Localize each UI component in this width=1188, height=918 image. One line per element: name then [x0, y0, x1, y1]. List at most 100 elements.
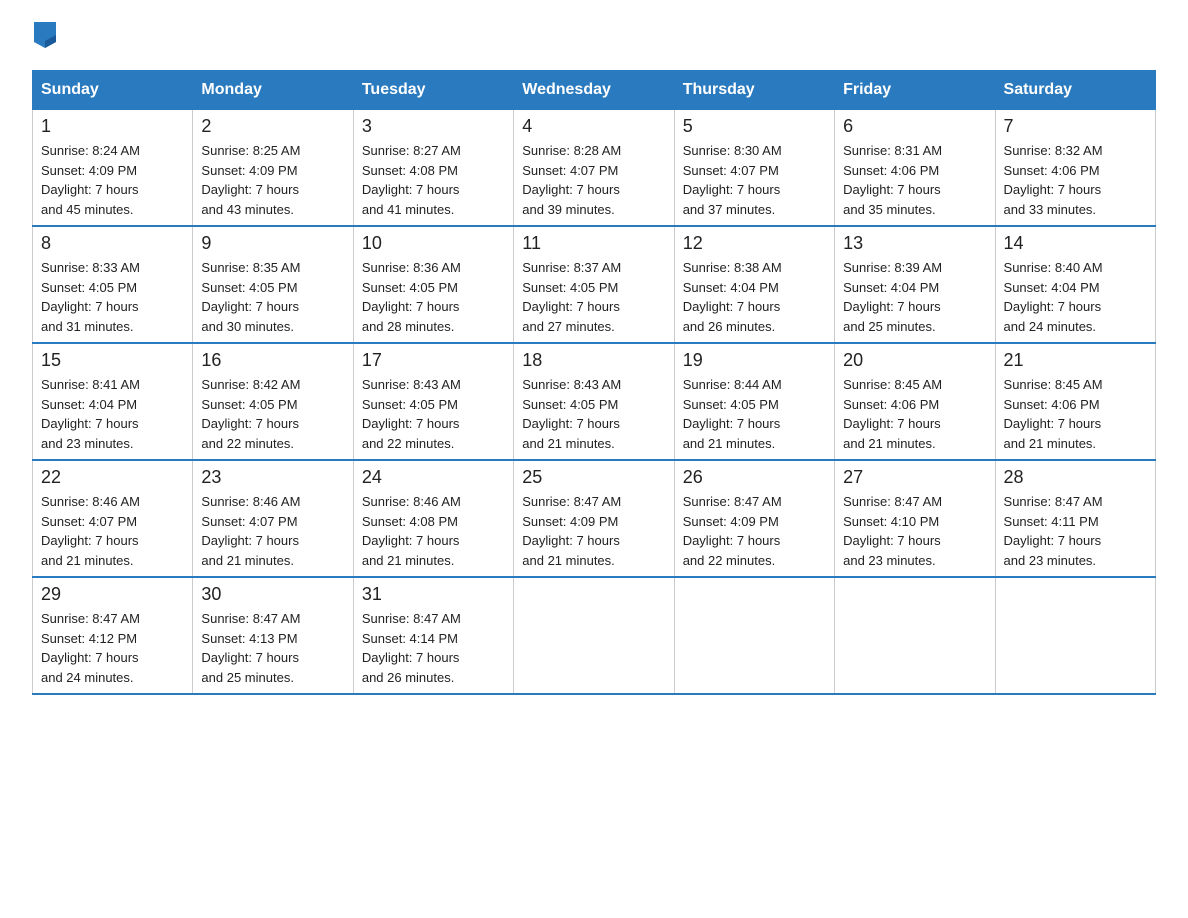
calendar-week-row: 15 Sunrise: 8:41 AMSunset: 4:04 PMDaylig…	[33, 343, 1156, 460]
day-info: Sunrise: 8:47 AMSunset: 4:13 PMDaylight:…	[201, 609, 344, 687]
day-number: 19	[683, 350, 826, 371]
day-number: 1	[41, 116, 184, 137]
day-number: 23	[201, 467, 344, 488]
calendar-day-cell: 10 Sunrise: 8:36 AMSunset: 4:05 PMDaylig…	[353, 226, 513, 343]
calendar-day-cell: 23 Sunrise: 8:46 AMSunset: 4:07 PMDaylig…	[193, 460, 353, 577]
day-info: Sunrise: 8:47 AMSunset: 4:10 PMDaylight:…	[843, 492, 986, 570]
calendar-day-cell: 30 Sunrise: 8:47 AMSunset: 4:13 PMDaylig…	[193, 577, 353, 694]
calendar-day-cell: 31 Sunrise: 8:47 AMSunset: 4:14 PMDaylig…	[353, 577, 513, 694]
day-number: 16	[201, 350, 344, 371]
day-number: 15	[41, 350, 184, 371]
day-number: 20	[843, 350, 986, 371]
day-info: Sunrise: 8:30 AMSunset: 4:07 PMDaylight:…	[683, 141, 826, 219]
day-number: 9	[201, 233, 344, 254]
calendar-day-cell	[514, 577, 674, 694]
calendar-day-cell: 13 Sunrise: 8:39 AMSunset: 4:04 PMDaylig…	[835, 226, 995, 343]
day-number: 4	[522, 116, 665, 137]
calendar-day-cell: 17 Sunrise: 8:43 AMSunset: 4:05 PMDaylig…	[353, 343, 513, 460]
day-info: Sunrise: 8:39 AMSunset: 4:04 PMDaylight:…	[843, 258, 986, 336]
day-number: 11	[522, 233, 665, 254]
day-number: 12	[683, 233, 826, 254]
day-of-week-header: Friday	[835, 71, 995, 110]
day-info: Sunrise: 8:42 AMSunset: 4:05 PMDaylight:…	[201, 375, 344, 453]
day-number: 25	[522, 467, 665, 488]
day-number: 27	[843, 467, 986, 488]
calendar-week-row: 29 Sunrise: 8:47 AMSunset: 4:12 PMDaylig…	[33, 577, 1156, 694]
day-number: 5	[683, 116, 826, 137]
day-info: Sunrise: 8:37 AMSunset: 4:05 PMDaylight:…	[522, 258, 665, 336]
calendar-day-cell	[674, 577, 834, 694]
day-info: Sunrise: 8:38 AMSunset: 4:04 PMDaylight:…	[683, 258, 826, 336]
calendar-day-cell: 29 Sunrise: 8:47 AMSunset: 4:12 PMDaylig…	[33, 577, 193, 694]
day-info: Sunrise: 8:44 AMSunset: 4:05 PMDaylight:…	[683, 375, 826, 453]
day-of-week-header: Thursday	[674, 71, 834, 110]
day-info: Sunrise: 8:33 AMSunset: 4:05 PMDaylight:…	[41, 258, 184, 336]
logo-icon	[34, 22, 56, 48]
calendar-day-cell: 25 Sunrise: 8:47 AMSunset: 4:09 PMDaylig…	[514, 460, 674, 577]
day-of-week-header: Saturday	[995, 71, 1155, 110]
calendar-day-cell: 9 Sunrise: 8:35 AMSunset: 4:05 PMDayligh…	[193, 226, 353, 343]
calendar-day-cell: 19 Sunrise: 8:44 AMSunset: 4:05 PMDaylig…	[674, 343, 834, 460]
day-info: Sunrise: 8:35 AMSunset: 4:05 PMDaylight:…	[201, 258, 344, 336]
day-info: Sunrise: 8:47 AMSunset: 4:12 PMDaylight:…	[41, 609, 184, 687]
day-info: Sunrise: 8:45 AMSunset: 4:06 PMDaylight:…	[1004, 375, 1147, 453]
day-number: 28	[1004, 467, 1147, 488]
day-info: Sunrise: 8:32 AMSunset: 4:06 PMDaylight:…	[1004, 141, 1147, 219]
day-header-row: SundayMondayTuesdayWednesdayThursdayFrid…	[33, 71, 1156, 110]
calendar-week-row: 1 Sunrise: 8:24 AMSunset: 4:09 PMDayligh…	[33, 110, 1156, 227]
calendar-day-cell	[995, 577, 1155, 694]
day-info: Sunrise: 8:47 AMSunset: 4:09 PMDaylight:…	[522, 492, 665, 570]
day-info: Sunrise: 8:47 AMSunset: 4:09 PMDaylight:…	[683, 492, 826, 570]
calendar-day-cell: 14 Sunrise: 8:40 AMSunset: 4:04 PMDaylig…	[995, 226, 1155, 343]
calendar-day-cell: 5 Sunrise: 8:30 AMSunset: 4:07 PMDayligh…	[674, 110, 834, 227]
day-number: 2	[201, 116, 344, 137]
calendar-day-cell: 4 Sunrise: 8:28 AMSunset: 4:07 PMDayligh…	[514, 110, 674, 227]
day-number: 8	[41, 233, 184, 254]
calendar-day-cell: 8 Sunrise: 8:33 AMSunset: 4:05 PMDayligh…	[33, 226, 193, 343]
calendar-day-cell: 11 Sunrise: 8:37 AMSunset: 4:05 PMDaylig…	[514, 226, 674, 343]
day-number: 22	[41, 467, 184, 488]
calendar-day-cell: 21 Sunrise: 8:45 AMSunset: 4:06 PMDaylig…	[995, 343, 1155, 460]
calendar-day-cell: 22 Sunrise: 8:46 AMSunset: 4:07 PMDaylig…	[33, 460, 193, 577]
calendar-day-cell: 6 Sunrise: 8:31 AMSunset: 4:06 PMDayligh…	[835, 110, 995, 227]
day-number: 21	[1004, 350, 1147, 371]
day-number: 14	[1004, 233, 1147, 254]
day-number: 17	[362, 350, 505, 371]
day-number: 6	[843, 116, 986, 137]
day-info: Sunrise: 8:45 AMSunset: 4:06 PMDaylight:…	[843, 375, 986, 453]
day-number: 31	[362, 584, 505, 605]
day-info: Sunrise: 8:46 AMSunset: 4:07 PMDaylight:…	[201, 492, 344, 570]
page-header	[32, 24, 1156, 50]
day-info: Sunrise: 8:28 AMSunset: 4:07 PMDaylight:…	[522, 141, 665, 219]
day-of-week-header: Wednesday	[514, 71, 674, 110]
calendar-day-cell: 7 Sunrise: 8:32 AMSunset: 4:06 PMDayligh…	[995, 110, 1155, 227]
day-number: 24	[362, 467, 505, 488]
day-info: Sunrise: 8:36 AMSunset: 4:05 PMDaylight:…	[362, 258, 505, 336]
calendar-day-cell: 3 Sunrise: 8:27 AMSunset: 4:08 PMDayligh…	[353, 110, 513, 227]
day-number: 29	[41, 584, 184, 605]
day-info: Sunrise: 8:47 AMSunset: 4:11 PMDaylight:…	[1004, 492, 1147, 570]
calendar-day-cell: 15 Sunrise: 8:41 AMSunset: 4:04 PMDaylig…	[33, 343, 193, 460]
day-of-week-header: Monday	[193, 71, 353, 110]
day-info: Sunrise: 8:25 AMSunset: 4:09 PMDaylight:…	[201, 141, 344, 219]
calendar-week-row: 8 Sunrise: 8:33 AMSunset: 4:05 PMDayligh…	[33, 226, 1156, 343]
day-number: 10	[362, 233, 505, 254]
day-number: 7	[1004, 116, 1147, 137]
day-info: Sunrise: 8:40 AMSunset: 4:04 PMDaylight:…	[1004, 258, 1147, 336]
day-number: 3	[362, 116, 505, 137]
calendar-day-cell: 12 Sunrise: 8:38 AMSunset: 4:04 PMDaylig…	[674, 226, 834, 343]
logo	[32, 24, 56, 50]
day-info: Sunrise: 8:43 AMSunset: 4:05 PMDaylight:…	[362, 375, 505, 453]
day-info: Sunrise: 8:27 AMSunset: 4:08 PMDaylight:…	[362, 141, 505, 219]
calendar-day-cell: 26 Sunrise: 8:47 AMSunset: 4:09 PMDaylig…	[674, 460, 834, 577]
day-info: Sunrise: 8:41 AMSunset: 4:04 PMDaylight:…	[41, 375, 184, 453]
calendar-week-row: 22 Sunrise: 8:46 AMSunset: 4:07 PMDaylig…	[33, 460, 1156, 577]
calendar-day-cell: 28 Sunrise: 8:47 AMSunset: 4:11 PMDaylig…	[995, 460, 1155, 577]
calendar-header: SundayMondayTuesdayWednesdayThursdayFrid…	[33, 71, 1156, 110]
calendar-day-cell: 2 Sunrise: 8:25 AMSunset: 4:09 PMDayligh…	[193, 110, 353, 227]
day-of-week-header: Tuesday	[353, 71, 513, 110]
calendar-day-cell	[835, 577, 995, 694]
day-number: 26	[683, 467, 826, 488]
calendar-day-cell: 16 Sunrise: 8:42 AMSunset: 4:05 PMDaylig…	[193, 343, 353, 460]
day-info: Sunrise: 8:43 AMSunset: 4:05 PMDaylight:…	[522, 375, 665, 453]
